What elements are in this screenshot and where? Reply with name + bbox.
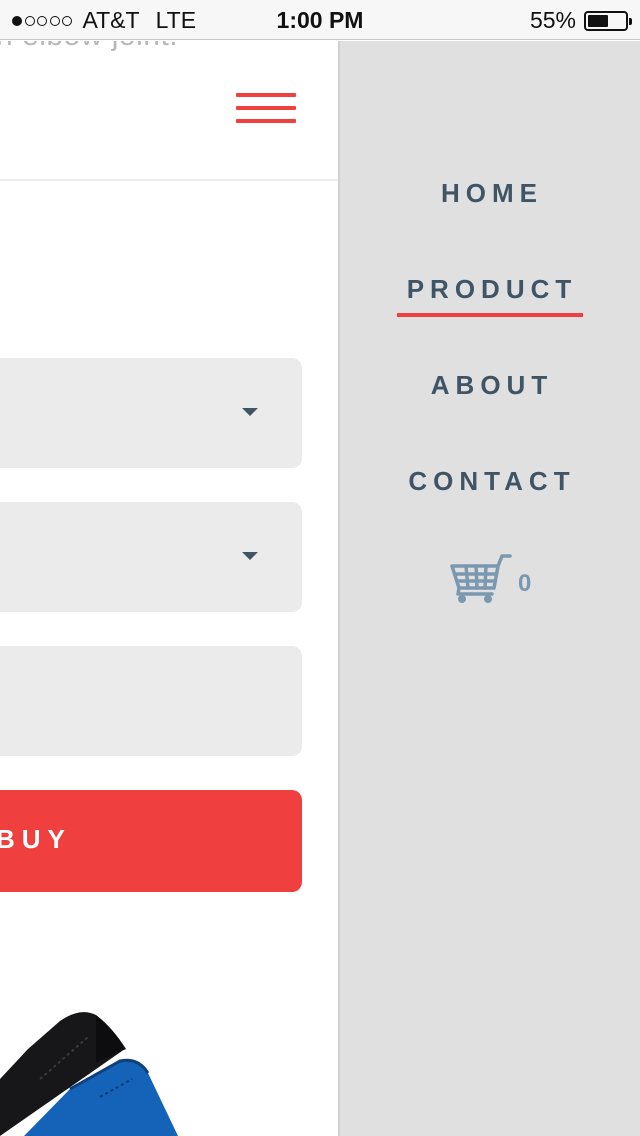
- buy-button[interactable]: BUY: [0, 790, 302, 892]
- battery-icon: [584, 10, 632, 31]
- product-image: [0, 1012, 178, 1136]
- battery-percent: 55%: [529, 7, 576, 33]
- menu-item-label: PRODUCT: [396, 274, 584, 317]
- hamburger-line: [236, 106, 296, 110]
- menu-item-about[interactable]: ABOUT: [340, 370, 640, 409]
- status-right: 55%: [529, 7, 632, 34]
- description-text: n elbow joint.: [0, 41, 178, 53]
- battery-fill: [588, 14, 608, 27]
- main-content: n elbow joint. BUY: [0, 41, 338, 1136]
- color-select[interactable]: [0, 502, 302, 612]
- buy-button-label: BUY: [0, 824, 72, 854]
- menu-item-contact[interactable]: CONTACT: [340, 466, 640, 505]
- cart-count: 0: [518, 570, 532, 597]
- menu-item-label: ABOUT: [430, 370, 554, 400]
- hamburger-line: [236, 93, 296, 97]
- battery-tip: [629, 17, 632, 25]
- quantity-input[interactable]: [0, 646, 302, 756]
- cart-icon: [450, 554, 512, 603]
- side-menu: HOME PRODUCT ABOUT CONTACT 0: [338, 41, 640, 1136]
- menu-item-home[interactable]: HOME: [340, 178, 640, 217]
- sleeve-shadow: [96, 1015, 126, 1063]
- menu-item-label: CONTACT: [408, 466, 576, 496]
- menu-item-product[interactable]: PRODUCT: [340, 274, 640, 317]
- page-header: n elbow joint.: [0, 41, 338, 181]
- cart-button[interactable]: 0: [450, 554, 531, 604]
- menu-item-label: HOME: [441, 178, 543, 208]
- caret-down-icon: [242, 552, 258, 560]
- status-bar: AT&T LTE 1:00 PM 55%: [0, 0, 640, 40]
- hamburger-icon[interactable]: [236, 93, 296, 129]
- caret-down-icon: [242, 408, 258, 416]
- hamburger-line: [236, 119, 296, 123]
- size-select[interactable]: [0, 358, 302, 468]
